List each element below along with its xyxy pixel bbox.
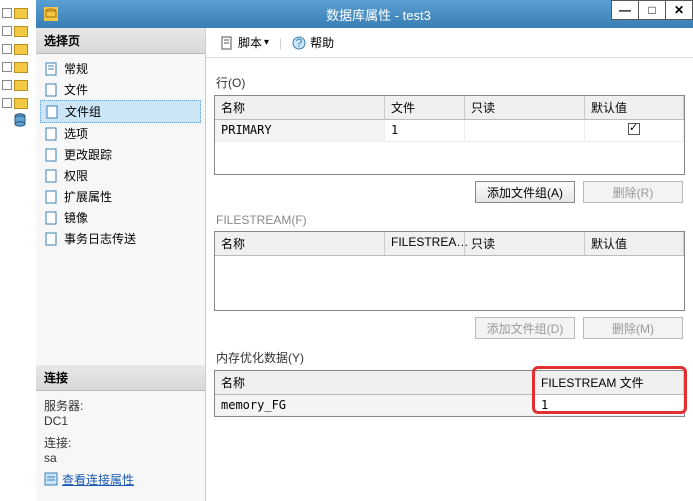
filestream-grid[interactable]: 名称 FILESTREA… 只读 默认值 (214, 231, 685, 311)
rows-col-readonly[interactable]: 只读 (465, 96, 585, 119)
dialog-window: 数据库属性 - test3 — □ ✕ 选择页 常规 文件 文件组 选项 更改跟… (36, 0, 693, 501)
view-connection-props-link[interactable]: 查看连接属性 (44, 471, 134, 488)
fs-col-name[interactable]: 名称 (215, 232, 385, 255)
connection-header: 连接 (36, 365, 205, 391)
database-icon (14, 113, 26, 127)
rows-col-files[interactable]: 文件 (385, 96, 465, 119)
chevron-down-icon: ▾ (264, 37, 269, 48)
memory-grid-row[interactable]: memory_FG 1 (215, 395, 684, 416)
rows-col-default[interactable]: 默认值 (585, 96, 684, 119)
svg-text:?: ? (296, 36, 303, 50)
rows-grid-row[interactable]: PRIMARY 1 (215, 120, 684, 142)
page-files[interactable]: 文件 (40, 79, 201, 100)
minimize-button[interactable]: — (611, 0, 639, 20)
properties-icon (44, 472, 58, 486)
connection-info: 服务器:DC1 连接:sa 查看连接属性 (36, 391, 205, 501)
add-filegroup-fs-button: 添加文件组(D) (475, 317, 575, 339)
server-label: 服务器: (44, 397, 197, 414)
window-icon (44, 7, 58, 21)
mem-col-files[interactable]: FILESTREAM 文件 (535, 371, 684, 394)
page-filegroups[interactable]: 文件组 (40, 100, 201, 123)
default-checkbox[interactable] (628, 123, 640, 135)
fs-col-files[interactable]: FILESTREA… (385, 232, 465, 255)
select-page-header: 选择页 (36, 28, 205, 54)
page-change-tracking[interactable]: 更改跟踪 (40, 144, 201, 165)
page-tree: 常规 文件 文件组 选项 更改跟踪 权限 扩展属性 镜像 事务日志传送 (36, 54, 205, 253)
rows-col-name[interactable]: 名称 (215, 96, 385, 119)
script-button[interactable]: 脚本 ▾ (214, 32, 275, 53)
explorer-icons (0, 0, 36, 501)
page-extended-props[interactable]: 扩展属性 (40, 186, 201, 207)
add-filegroup-rows-button[interactable]: 添加文件组(A) (475, 181, 575, 203)
window-title: 数据库属性 - test3 (64, 5, 693, 24)
script-icon (220, 36, 234, 50)
page-general[interactable]: 常规 (40, 58, 201, 79)
page-log-shipping[interactable]: 事务日志传送 (40, 228, 201, 249)
toolbar: 脚本 ▾ | ? 帮助 (206, 28, 693, 58)
fs-col-default[interactable]: 默认值 (585, 232, 684, 255)
sidebar: 选择页 常规 文件 文件组 选项 更改跟踪 权限 扩展属性 镜像 事务日志传送 … (36, 28, 206, 501)
titlebar: 数据库属性 - test3 — □ ✕ (36, 0, 693, 28)
server-value: DC1 (44, 414, 197, 428)
mem-col-name[interactable]: 名称 (215, 371, 535, 394)
rows-group-label: 行(O) (216, 74, 685, 91)
help-icon: ? (292, 36, 306, 50)
connection-label: 连接: (44, 434, 197, 451)
close-button[interactable]: ✕ (665, 0, 693, 20)
connection-value: sa (44, 451, 197, 465)
filestream-group-label: FILESTREAM(F) (216, 213, 685, 227)
help-button[interactable]: ? 帮助 (286, 32, 340, 53)
remove-fs-button: 删除(M) (583, 317, 683, 339)
memory-grid[interactable]: 名称 FILESTREAM 文件 memory_FG 1 (214, 370, 685, 417)
rows-grid[interactable]: 名称 文件 只读 默认值 PRIMARY 1 (214, 95, 685, 175)
memory-group-label: 内存优化数据(Y) (216, 349, 685, 366)
page-mirroring[interactable]: 镜像 (40, 207, 201, 228)
fs-col-readonly[interactable]: 只读 (465, 232, 585, 255)
page-permissions[interactable]: 权限 (40, 165, 201, 186)
page-options[interactable]: 选项 (40, 123, 201, 144)
maximize-button[interactable]: □ (638, 0, 666, 20)
main-panel: 脚本 ▾ | ? 帮助 行(O) 名称 文件 只读 默认值 (206, 28, 693, 501)
remove-rows-button: 删除(R) (583, 181, 683, 203)
